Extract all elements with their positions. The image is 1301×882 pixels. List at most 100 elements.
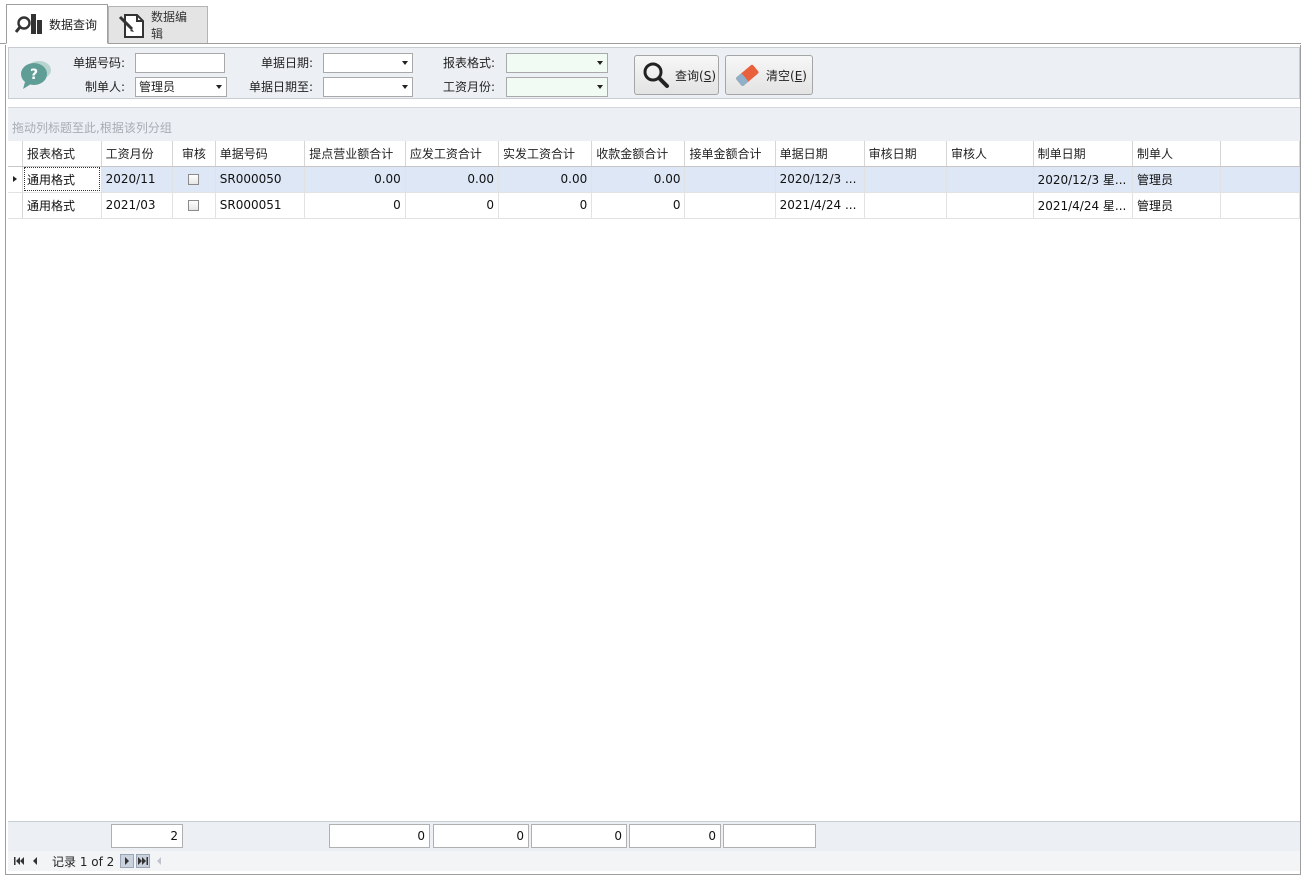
clear-button-label: 清空(E) <box>766 68 807 83</box>
cell-report-format[interactable]: 通用格式 <box>22 166 102 193</box>
column-header[interactable]: 制单人 <box>1132 141 1221 167</box>
summary-received-total: 0 <box>629 824 721 848</box>
summary-footer: 2 0 0 0 0 <box>8 821 1300 851</box>
record-navigator: 记录 1 of 2 <box>8 851 1300 871</box>
cell-bill-no[interactable]: SR000051 <box>215 192 306 219</box>
cell-salary-month[interactable]: 2020/11 <box>101 166 173 193</box>
bill-date-to-picker[interactable] <box>323 77 413 97</box>
cell-audit-date[interactable] <box>864 192 947 219</box>
audit-checkbox[interactable] <box>188 200 200 211</box>
cell-payable-total[interactable]: 0.00 <box>405 166 500 193</box>
prev-record-button[interactable] <box>28 854 42 868</box>
cell-auditor[interactable] <box>946 192 1034 219</box>
group-by-panel[interactable]: 拖动列标题至此,根据该列分组 <box>8 107 1300 141</box>
maker-label: 制单人: <box>84 80 125 94</box>
bill-date-picker[interactable] <box>323 53 413 73</box>
search-icon <box>641 60 671 90</box>
table-row[interactable]: 通用格式 2021/03 SR000051 0 0 0 0 2021/4/24 … <box>8 192 1300 219</box>
cell-make-date[interactable]: 2020/12/3 星... <box>1033 166 1134 193</box>
column-header[interactable]: 报表格式 <box>22 141 102 167</box>
table-header-row: 报表格式 工资月份 审核 单据号码 提点营业额合计 应发工资合计 实发工资合计 … <box>8 141 1300 167</box>
cell-overflow[interactable] <box>1220 192 1300 219</box>
column-header[interactable]: 收款金额合计 <box>591 141 686 167</box>
salary-month-label: 工资月份: <box>442 80 495 94</box>
search-button[interactable]: 查询(S) <box>634 55 719 95</box>
column-header-overflow[interactable] <box>1220 141 1300 167</box>
search-button-label: 查询(S) <box>675 68 716 83</box>
cell-commission-total[interactable]: 0 <box>304 192 406 219</box>
tab-baseline <box>0 43 1301 44</box>
column-header[interactable]: 审核 <box>172 141 216 167</box>
summary-payable-total: 0 <box>433 824 529 848</box>
data-table: 报表格式 工资月份 审核 单据号码 提点营业额合计 应发工资合计 实发工资合计 … <box>8 141 1300 219</box>
cell-order-total[interactable] <box>684 166 776 193</box>
cell-bill-date[interactable]: 2021/4/24 ... <box>775 192 865 219</box>
cell-make-date[interactable]: 2021/4/24 星... <box>1033 192 1134 219</box>
cell-overflow[interactable] <box>1220 166 1300 193</box>
summary-actual-total: 0 <box>531 824 627 848</box>
column-header[interactable]: 工资月份 <box>101 141 173 167</box>
column-header[interactable]: 实发工资合计 <box>498 141 593 167</box>
cell-actual-total[interactable]: 0.00 <box>498 166 593 193</box>
cell-received-total[interactable]: 0 <box>591 192 686 219</box>
bill-no-input[interactable] <box>135 53 225 73</box>
cell-bill-no[interactable]: SR000050 <box>215 166 306 193</box>
salary-month-select[interactable] <box>506 77 608 97</box>
next-record-button[interactable] <box>120 854 135 868</box>
tab-bar: 数据查询 数据编辑 <box>0 0 1301 44</box>
edit-document-icon <box>117 10 147 40</box>
record-position-text: 记录 1 of 2 <box>52 854 115 869</box>
cell-audit-date[interactable] <box>864 166 947 193</box>
cell-maker[interactable]: 管理员 <box>1132 166 1221 193</box>
svg-text:?: ? <box>30 67 38 83</box>
tab-data-edit[interactable]: 数据编辑 <box>108 6 208 43</box>
report-format-select[interactable] <box>506 53 608 73</box>
main-frame: ? 单据号码: 制单人: 管理员 单据日期: 单据日期至: 报表格式: 工资月份… <box>5 45 1301 875</box>
table-row[interactable]: 通用格式 2020/11 SR000050 0.00 0.00 0.00 0.0… <box>8 166 1300 193</box>
tab-data-query[interactable]: 数据查询 <box>6 4 108 44</box>
first-record-button[interactable] <box>12 854 26 868</box>
chevron-down-icon <box>402 61 408 65</box>
cell-order-total[interactable] <box>684 192 776 219</box>
column-header[interactable]: 审核日期 <box>864 141 947 167</box>
cell-audited[interactable] <box>172 192 216 219</box>
audit-checkbox[interactable] <box>188 174 200 185</box>
data-grid: 报表格式 工资月份 审核 单据号码 提点营业额合计 应发工资合计 实发工资合计 … <box>8 141 1300 821</box>
clear-button[interactable]: 清空(E) <box>725 55 813 95</box>
column-header[interactable]: 审核人 <box>946 141 1034 167</box>
column-header[interactable]: 应发工资合计 <box>405 141 500 167</box>
last-record-button[interactable] <box>136 854 151 868</box>
maker-select-value: 管理员 <box>139 80 176 94</box>
cell-maker[interactable]: 管理员 <box>1132 192 1221 219</box>
current-row-arrow-icon <box>13 176 17 182</box>
tab-data-query-label: 数据查询 <box>49 17 98 32</box>
query-panel: ? 单据号码: 制单人: 管理员 单据日期: 单据日期至: 报表格式: 工资月份… <box>8 47 1300 99</box>
navigator-more-button[interactable] <box>152 854 166 868</box>
cell-salary-month[interactable]: 2021/03 <box>101 192 173 219</box>
column-header[interactable]: 提点营业额合计 <box>304 141 406 167</box>
bill-no-label: 单据号码: <box>72 56 125 70</box>
column-header[interactable]: 单据号码 <box>215 141 306 167</box>
summary-month-count: 2 <box>111 824 183 848</box>
cell-audited[interactable] <box>172 166 216 193</box>
cell-payable-total[interactable]: 0 <box>405 192 500 219</box>
report-format-label: 报表格式: <box>442 56 495 70</box>
column-header[interactable]: 接单金额合计 <box>684 141 776 167</box>
row-indicator-header <box>8 141 23 167</box>
column-header[interactable]: 单据日期 <box>775 141 865 167</box>
cell-commission-total[interactable]: 0.00 <box>304 166 406 193</box>
eraser-icon <box>732 60 762 90</box>
cell-auditor[interactable] <box>946 166 1034 193</box>
bill-date-label: 单据日期: <box>260 56 313 70</box>
cell-report-format[interactable]: 通用格式 <box>22 192 102 219</box>
cell-actual-total[interactable]: 0 <box>498 192 593 219</box>
maker-select[interactable]: 管理员 <box>135 77 227 97</box>
row-indicator <box>8 166 23 193</box>
row-indicator <box>8 192 23 219</box>
group-by-hint: 拖动列标题至此,根据该列分组 <box>12 121 172 135</box>
cell-bill-date[interactable]: 2020/12/3 ... <box>775 166 865 193</box>
column-header[interactable]: 制单日期 <box>1033 141 1134 167</box>
cell-received-total[interactable]: 0.00 <box>591 166 686 193</box>
tab-data-edit-label: 数据编辑 <box>151 10 188 41</box>
summary-order-total <box>723 824 816 848</box>
